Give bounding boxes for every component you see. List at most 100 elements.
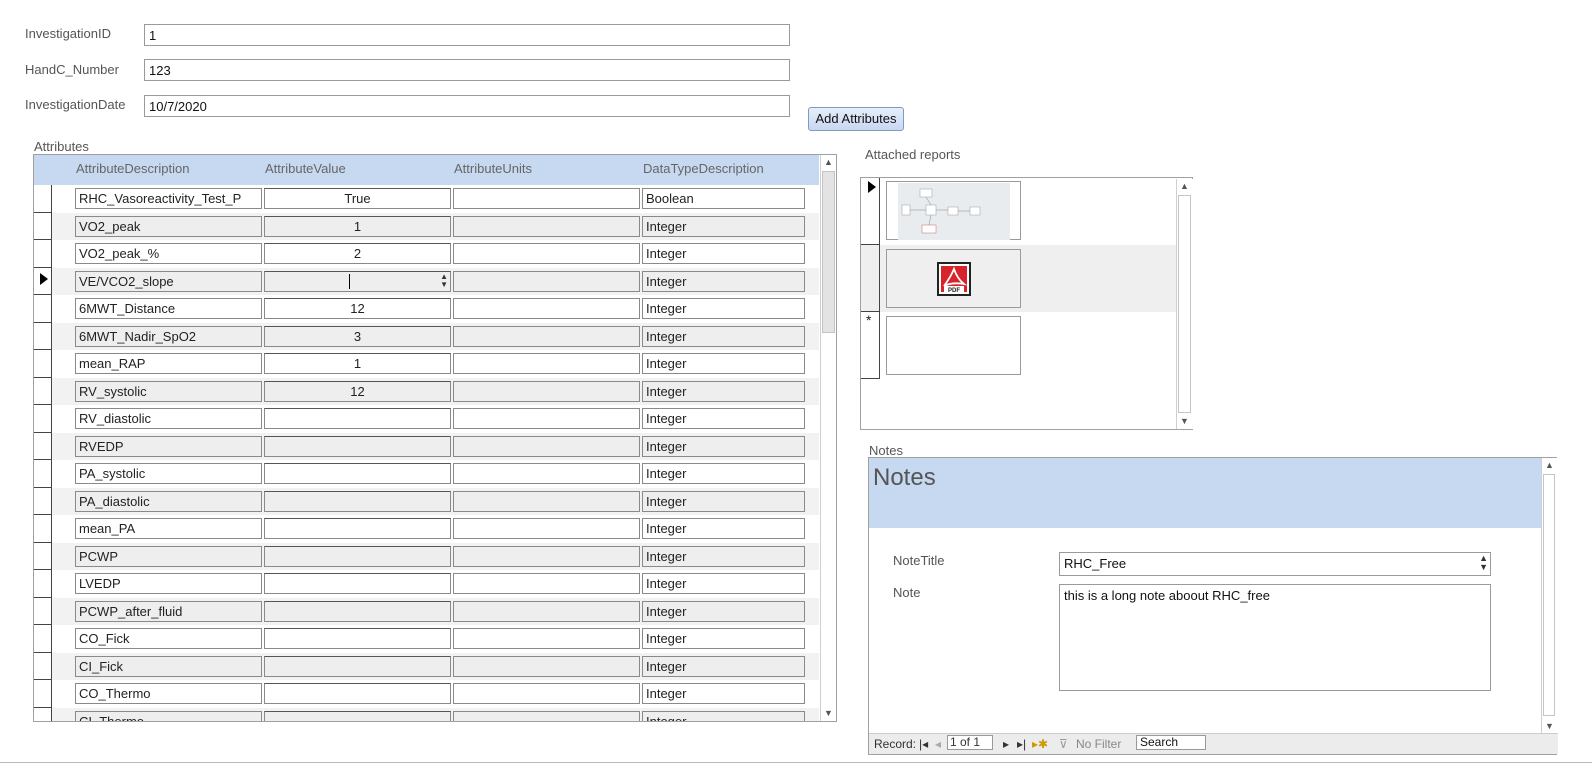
attribute-description-cell[interactable]: 6MWT_Nadir_SpO2 bbox=[75, 325, 262, 347]
table-row[interactable]: VE/VCO2_slope ▲ ▼ Integer bbox=[34, 267, 819, 295]
investigation-date-field[interactable]: 10/7/2020 bbox=[144, 95, 790, 117]
record-selector[interactable] bbox=[34, 515, 52, 543]
previous-record-icon[interactable]: ◂ bbox=[935, 737, 941, 751]
table-row[interactable]: CI_Fick Integer bbox=[34, 652, 819, 680]
table-row[interactable]: PA_systolic Integer bbox=[34, 460, 819, 488]
attribute-units-cell[interactable] bbox=[453, 600, 640, 622]
note-textarea[interactable]: this is a long note aboout RHC_free bbox=[1059, 584, 1491, 691]
datatype-description-cell[interactable]: Integer bbox=[642, 270, 805, 292]
attribute-units-cell[interactable] bbox=[453, 683, 640, 704]
handc-number-field[interactable]: 123 bbox=[144, 59, 790, 81]
no-filter-label[interactable]: No Filter bbox=[1076, 737, 1121, 751]
record-selector[interactable] bbox=[34, 487, 52, 515]
attribute-value-cell[interactable] bbox=[264, 628, 451, 649]
attribute-units-cell[interactable] bbox=[453, 490, 640, 512]
attribute-units-cell[interactable] bbox=[453, 628, 640, 649]
new-record-nav-icon[interactable]: ▸✱ bbox=[1032, 737, 1048, 751]
attribute-value-cell[interactable] bbox=[264, 655, 451, 677]
attribute-units-cell[interactable] bbox=[453, 435, 640, 457]
note-title-field[interactable]: RHC_Free ▲ ▼ bbox=[1059, 552, 1491, 576]
attribute-description-cell[interactable]: PA_systolic bbox=[75, 463, 262, 484]
attribute-value-cell[interactable] bbox=[264, 435, 451, 457]
attribute-value-cell[interactable]: ▲ ▼ bbox=[264, 270, 451, 292]
attribute-units-cell[interactable] bbox=[453, 298, 640, 319]
record-selector[interactable] bbox=[34, 542, 52, 570]
table-row[interactable]: PCWP Integer bbox=[34, 542, 819, 570]
datatype-description-cell[interactable]: Integer bbox=[642, 408, 805, 429]
table-row[interactable]: VO2_peak 1 Integer bbox=[34, 212, 819, 240]
table-row[interactable]: VO2_peak_% 2 Integer bbox=[34, 240, 819, 268]
last-record-icon[interactable]: ▸| bbox=[1017, 737, 1026, 751]
attribute-description-cell[interactable]: VO2_peak bbox=[75, 215, 262, 237]
datatype-description-cell[interactable]: Integer bbox=[642, 655, 805, 677]
attribute-units-cell[interactable] bbox=[453, 545, 640, 567]
record-selector[interactable] bbox=[34, 405, 52, 433]
table-row[interactable]: mean_RAP 1 Integer bbox=[34, 350, 819, 378]
attribute-description-cell[interactable]: PCWP_after_fluid bbox=[75, 600, 262, 622]
column-header-units[interactable]: AttributeUnits bbox=[454, 161, 532, 176]
attachment-diagram-thumbnail[interactable] bbox=[886, 181, 1021, 240]
attribute-value-cell[interactable]: 1 bbox=[264, 215, 451, 237]
attribute-value-cell[interactable]: 12 bbox=[264, 298, 451, 319]
attachment-new-slot[interactable] bbox=[886, 316, 1021, 375]
attribute-description-cell[interactable]: VO2_peak_% bbox=[75, 243, 262, 264]
datatype-description-cell[interactable]: Integer bbox=[642, 243, 805, 264]
datatype-description-cell[interactable]: Integer bbox=[642, 683, 805, 704]
attribute-description-cell[interactable]: RVEDP bbox=[75, 435, 262, 457]
attribute-units-cell[interactable] bbox=[453, 710, 640, 721]
datatype-description-cell[interactable]: Integer bbox=[642, 573, 805, 594]
scroll-thumb[interactable] bbox=[1178, 195, 1191, 413]
attribute-units-cell[interactable] bbox=[453, 655, 640, 677]
attribute-value-cell[interactable] bbox=[264, 408, 451, 429]
table-row[interactable]: CI_Thermo Integer bbox=[34, 707, 819, 721]
attribute-value-cell[interactable] bbox=[264, 518, 451, 539]
attribute-value-cell[interactable]: 12 bbox=[264, 380, 451, 402]
attribute-description-cell[interactable]: RV_systolic bbox=[75, 380, 262, 402]
record-selector[interactable] bbox=[34, 680, 52, 708]
record-selector[interactable] bbox=[861, 245, 880, 312]
attribute-description-cell[interactable]: CI_Fick bbox=[75, 655, 262, 677]
first-record-icon[interactable]: |◂ bbox=[919, 737, 928, 751]
record-selector[interactable] bbox=[34, 597, 52, 625]
attribute-description-cell[interactable]: RHC_Vasoreactivity_Test_P bbox=[75, 188, 262, 209]
datatype-description-cell[interactable]: Integer bbox=[642, 325, 805, 347]
attribute-units-cell[interactable] bbox=[453, 353, 640, 374]
datatype-description-cell[interactable]: Integer bbox=[642, 215, 805, 237]
attachments-scrollbar[interactable]: ▲ ▼ bbox=[1176, 179, 1193, 429]
attributes-scrollbar[interactable]: ▲ ▼ bbox=[820, 155, 836, 721]
scroll-thumb[interactable] bbox=[822, 171, 835, 333]
table-row[interactable]: CO_Thermo Integer bbox=[34, 680, 819, 708]
attribute-units-cell[interactable] bbox=[453, 243, 640, 264]
scroll-up-icon[interactable]: ▲ bbox=[821, 156, 836, 169]
table-row[interactable]: RV_diastolic Integer bbox=[34, 405, 819, 433]
table-row[interactable]: mean_PA Integer bbox=[34, 515, 819, 543]
attribute-value-cell[interactable] bbox=[264, 600, 451, 622]
attribute-value-cell[interactable] bbox=[264, 710, 451, 721]
datatype-description-cell[interactable]: Integer bbox=[642, 518, 805, 539]
table-row[interactable]: CO_Fick Integer bbox=[34, 625, 819, 653]
table-row[interactable]: 6MWT_Distance 12 Integer bbox=[34, 295, 819, 323]
next-record-icon[interactable]: ▸ bbox=[1003, 737, 1009, 751]
attribute-value-cell[interactable] bbox=[264, 683, 451, 704]
attribute-value-cell[interactable] bbox=[264, 463, 451, 484]
attribute-units-cell[interactable] bbox=[453, 270, 640, 292]
attribute-description-cell[interactable]: RV_diastolic bbox=[75, 408, 262, 429]
record-selector[interactable] bbox=[861, 178, 880, 245]
scroll-up-icon[interactable]: ▲ bbox=[1542, 459, 1557, 472]
record-selector[interactable] bbox=[34, 212, 52, 240]
record-selector[interactable] bbox=[34, 460, 52, 488]
datatype-description-cell[interactable]: Boolean bbox=[642, 188, 805, 209]
attribute-units-cell[interactable] bbox=[453, 188, 640, 209]
record-selector[interactable] bbox=[34, 707, 52, 721]
attribute-description-cell[interactable]: mean_PA bbox=[75, 518, 262, 539]
datatype-description-cell[interactable]: Integer bbox=[642, 490, 805, 512]
attribute-units-cell[interactable] bbox=[453, 463, 640, 484]
attachment-pdf-thumbnail[interactable]: PDF bbox=[886, 249, 1021, 308]
record-selector[interactable] bbox=[34, 432, 52, 460]
record-selector[interactable] bbox=[34, 267, 52, 295]
scroll-up-icon[interactable]: ▲ bbox=[1177, 180, 1192, 193]
datatype-description-cell[interactable]: Integer bbox=[642, 353, 805, 374]
datatype-description-cell[interactable]: Integer bbox=[642, 600, 805, 622]
scroll-down-icon[interactable]: ▼ bbox=[821, 707, 836, 720]
attribute-description-cell[interactable]: LVEDP bbox=[75, 573, 262, 594]
